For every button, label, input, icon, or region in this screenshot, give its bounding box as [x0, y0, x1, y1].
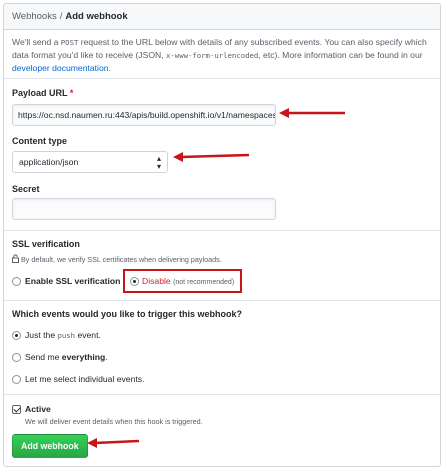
disable-ssl-text: Disable [142, 276, 171, 286]
divider [4, 230, 440, 231]
breadcrumb-separator: / [59, 11, 63, 22]
active-checkbox[interactable] [12, 405, 21, 414]
intro-text-1: We'll send a [12, 37, 61, 47]
content-type-select[interactable]: application/json ▴ ▾ [12, 151, 168, 173]
content-type-value: application/json [19, 157, 79, 167]
developer-documentation-link[interactable]: developer documentation [12, 63, 109, 73]
secret-input[interactable] [12, 198, 276, 220]
event-everything-radio[interactable] [12, 353, 21, 362]
disable-ssl-radio[interactable] [130, 277, 139, 286]
active-label[interactable]: Active [25, 404, 51, 414]
ssl-heading: SSL verification [12, 239, 80, 249]
payload-url-label: Payload URL * [12, 88, 74, 98]
event-push-radio[interactable] [12, 331, 21, 340]
intro-text-4: . [108, 63, 111, 73]
intro-code-post: POST [60, 38, 79, 47]
breadcrumb: Webhooks / Add webhook [4, 4, 440, 30]
disable-ssl-label[interactable]: Disable (not recommended) [142, 276, 234, 286]
events-heading: Which events would you like to trigger t… [12, 309, 243, 319]
event-individual-radio[interactable] [12, 375, 21, 384]
lock-icon [12, 254, 19, 263]
annotation-arrow-icon [173, 152, 250, 162]
secret-label: Secret [12, 184, 40, 194]
active-note: We will deliver event details when this … [25, 417, 203, 426]
intro-text-3: , etc). More information can be found in… [258, 50, 423, 60]
enable-ssl-label[interactable]: Enable SSL verification [25, 276, 120, 286]
webhook-form-panel: Webhooks / Add webhook We'll send a POST r… [3, 3, 441, 467]
annotation-arrow-icon [87, 438, 140, 448]
intro-text: We'll send a POST request to the URL bel… [12, 36, 432, 74]
page-title: Add webhook [65, 11, 128, 22]
enable-ssl-radio[interactable] [12, 277, 21, 286]
divider [4, 78, 440, 79]
divider [4, 394, 440, 395]
divider [4, 300, 440, 301]
content-type-label: Content type [12, 136, 67, 146]
event-everything-label[interactable]: Send me everything. [25, 352, 108, 362]
everything-bold: everything [61, 352, 106, 362]
add-webhook-button[interactable]: Add webhook [12, 434, 88, 458]
disable-ssl-note: (not recommended) [173, 279, 235, 286]
ssl-note-text: By default, we verify SSL certificates w… [21, 255, 222, 264]
intro-code-format: x-www-form-urlencoded [166, 51, 259, 60]
event-individual-label[interactable]: Let me select individual events. [25, 374, 144, 384]
breadcrumb-webhooks-link[interactable]: Webhooks [12, 11, 57, 22]
push-code: push [57, 331, 76, 340]
payload-url-input[interactable]: https://oc.nsd.naumen.ru:443/apis/build.… [12, 104, 276, 126]
chevron-updown-icon: ▴ ▾ [156, 154, 161, 171]
event-push-label[interactable]: Just the push event. [25, 330, 101, 340]
required-mark: * [69, 88, 74, 98]
ssl-note: By default, we verify SSL certificates w… [12, 254, 222, 264]
annotation-arrow-icon [279, 108, 345, 118]
